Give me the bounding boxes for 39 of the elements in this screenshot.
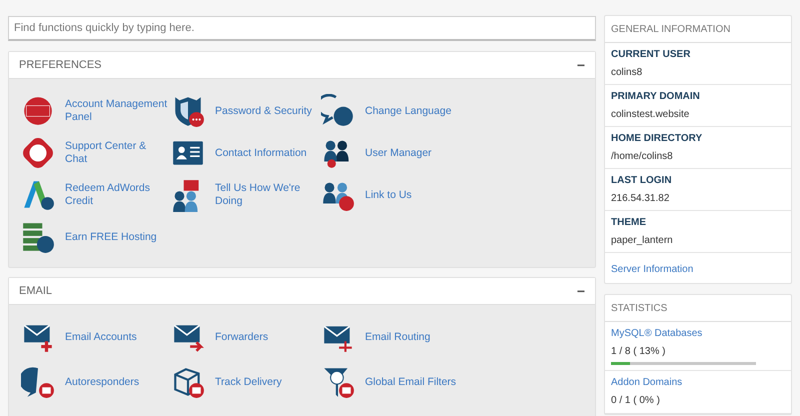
feature-link[interactable]: Redeem AdWords Credit — [21, 177, 171, 213]
info-value: paper_lantern — [611, 234, 674, 248]
info-value: colinstest.website — [611, 108, 690, 122]
collapse-button[interactable]: − — [576, 284, 585, 298]
statistic-link[interactable]: MySQL® Databases — [611, 326, 785, 341]
info-value: /home/colins8 — [611, 150, 674, 164]
feature-link[interactable]: Track Delivery — [171, 364, 321, 400]
feature-link[interactable]: Global Email Filters — [321, 364, 471, 400]
feature-link[interactable]: Email Routing — [321, 319, 471, 355]
server-information-link[interactable]: Server Information — [611, 264, 694, 275]
search-field[interactable]: Find functions quickly by typing here. — [8, 16, 596, 41]
section-title: EMAIL — [19, 284, 52, 299]
feature-link[interactable]: Contact Information — [171, 135, 321, 171]
statistic-reading: 1 / 8 ( 13% ) — [611, 345, 666, 359]
info-label: CURRENT USER — [611, 48, 692, 62]
feature-link[interactable]: Password & Security — [171, 93, 321, 129]
info-value: colins8 — [611, 66, 644, 80]
info-label: LAST LOGIN — [611, 174, 673, 188]
panel-title: STATISTICS — [611, 302, 668, 316]
feature-link[interactable]: Support Center & Chat — [21, 135, 171, 171]
feature-link[interactable]: Account Management Panel — [21, 93, 171, 129]
collapse-button[interactable]: − — [576, 58, 585, 72]
section-title: PREFERENCES — [19, 58, 102, 73]
feature-link[interactable]: Autoresponders — [21, 364, 171, 400]
info-label: HOME DIRECTORY — [611, 132, 704, 146]
feature-link[interactable]: Link to Us — [321, 177, 471, 213]
box-envelope-icon — [171, 365, 205, 399]
info-label: PRIMARY DOMAIN — [611, 90, 701, 104]
feature-link[interactable]: Tell Us How We're Doing — [171, 177, 321, 213]
panel-title: GENERAL INFORMATION — [611, 22, 730, 36]
statistic-reading: 0 / 1 ( 0% ) — [611, 394, 661, 408]
feature-link[interactable]: User Manager — [321, 135, 471, 171]
feature-link[interactable]: Forwarders — [171, 319, 321, 355]
statistic-link[interactable]: Addon Domains — [611, 375, 785, 390]
feature-link[interactable]: Earn FREE Hosting — [21, 219, 171, 255]
info-value: 216.54.31.82 — [611, 192, 670, 206]
feature-link[interactable]: Email Accounts — [21, 319, 171, 355]
feature-link[interactable]: Change Language — [321, 93, 471, 129]
info-label: THEME — [611, 216, 647, 230]
